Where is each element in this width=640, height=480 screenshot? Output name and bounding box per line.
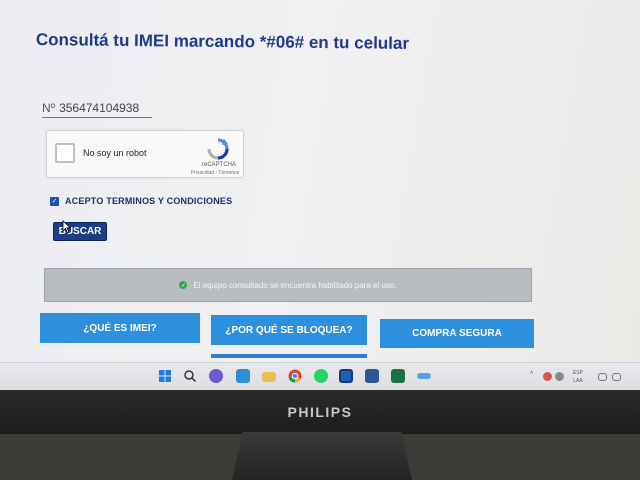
word-icon[interactable]	[365, 369, 379, 383]
monitor-screen: Consultá tu IMEI marcando *#06# en tu ce…	[0, 0, 640, 392]
search-icon[interactable]	[183, 369, 197, 383]
display-icon[interactable]	[598, 373, 607, 381]
recaptcha-links[interactable]: Privacidad - Términos	[185, 170, 245, 176]
keyboard-layout: LAA	[573, 378, 583, 384]
windows-start-icon[interactable]	[158, 369, 172, 383]
mail-icon[interactable]	[236, 369, 250, 383]
imei-field[interactable]: Nº	[42, 98, 152, 118]
language-code: ESP	[573, 370, 584, 376]
more-icon[interactable]	[417, 373, 431, 379]
windows-taskbar: ^ ESP LAA	[0, 362, 640, 390]
recaptcha-label: No soy un robot	[83, 148, 147, 158]
recaptcha-checkbox[interactable]	[55, 143, 75, 163]
safe-purchase-button[interactable]: COMPRA SEGURA	[380, 319, 534, 348]
network-icon[interactable]	[555, 372, 564, 381]
recaptcha-logo-icon	[207, 138, 229, 160]
tray-app-icon[interactable]	[543, 372, 552, 381]
chat-icon[interactable]	[209, 369, 223, 383]
excel-icon[interactable]	[391, 369, 405, 383]
recaptcha-widget: No soy un robot reCAPTCHA Privacidad - T…	[46, 130, 244, 178]
language-indicator[interactable]: ESP LAA	[573, 369, 583, 385]
status-message: El equipo consultado se encuentra habili…	[193, 280, 397, 290]
why-blocked-button[interactable]: ¿POR QUÉ SE BLOQUEA?	[211, 315, 367, 345]
status-banner: ✓ El equipo consultado se encuentra habi…	[44, 268, 532, 302]
folder-icon[interactable]	[262, 372, 276, 382]
checkmark-icon[interactable]: ✓	[50, 196, 59, 206]
page-title: Consultá tu IMEI marcando *#06# en tu ce…	[35, 30, 410, 53]
chrome-icon[interactable]	[288, 369, 302, 383]
chevron-up-icon[interactable]: ^	[530, 371, 533, 378]
imei-prefix: Nº	[42, 100, 56, 115]
imei-input[interactable]	[59, 100, 144, 115]
monitor-stand	[232, 432, 412, 480]
monitor-brand: PHILIPS	[287, 404, 353, 420]
terms-checkbox[interactable]: ✓ ACEPTO TERMINOS Y CONDICIONES	[50, 196, 232, 206]
speaker-icon[interactable]	[612, 373, 621, 381]
recaptcha-brand: reCAPTCHA	[201, 162, 236, 168]
mouse-cursor-icon	[62, 220, 72, 234]
clock-app-icon[interactable]	[339, 369, 353, 383]
active-tab-indicator	[211, 354, 367, 358]
whatsapp-icon[interactable]	[314, 369, 328, 383]
terms-label[interactable]: ACEPTO TERMINOS Y CONDICIONES	[65, 196, 232, 206]
check-circle-icon: ✓	[179, 281, 188, 289]
what-is-imei-button[interactable]: ¿QUÉ ES IMEI?	[40, 313, 200, 343]
